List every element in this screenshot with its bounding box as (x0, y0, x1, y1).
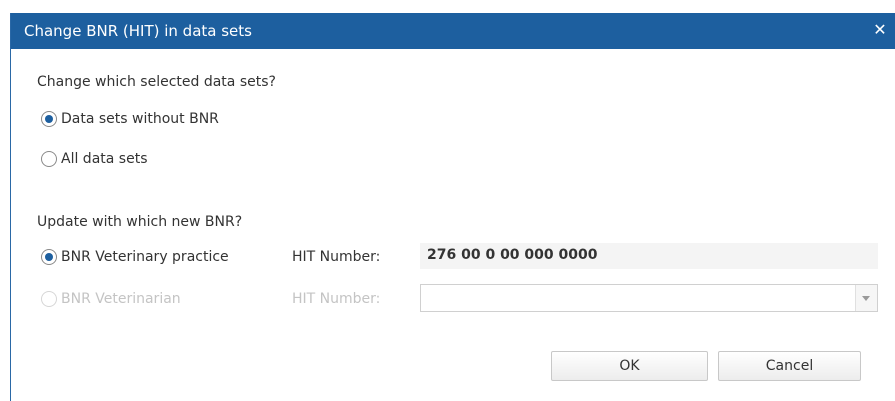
radio-label: All data sets (61, 151, 148, 167)
radio-bnr-veterinary-practice[interactable]: BNR Veterinary practice (41, 247, 229, 267)
hit-number-label-disabled: HIT Number: (292, 291, 381, 307)
chevron-down-icon (862, 296, 870, 301)
change-bnr-dialog: Change BNR (HIT) in data sets ✕ Change w… (10, 13, 895, 401)
close-icon[interactable]: ✕ (870, 20, 890, 40)
dialog-titlebar[interactable]: Change BNR (HIT) in data sets ✕ (11, 13, 895, 49)
radio-button-disabled[interactable] (41, 291, 57, 307)
radio-bnr-veterinarian[interactable]: BNR Veterinarian (41, 289, 181, 309)
combo-dropdown-trigger[interactable] (855, 285, 877, 311)
radio-button-checked[interactable] (41, 249, 57, 265)
radio-label: Data sets without BNR (61, 111, 219, 127)
radio-button-checked[interactable] (41, 111, 57, 127)
hit-number-value: 276 00 0 00 000 0000 (427, 247, 598, 263)
radio-label: BNR Veterinary practice (61, 249, 229, 265)
ok-button[interactable]: OK (551, 351, 708, 381)
hit-number-combobox[interactable] (420, 284, 878, 312)
bnr-question: Update with which new BNR? (37, 214, 243, 230)
datasets-question: Change which selected data sets? (37, 74, 276, 90)
radio-label: BNR Veterinarian (61, 291, 181, 307)
hit-number-display: 276 00 0 00 000 0000 (420, 243, 878, 269)
cancel-button[interactable]: Cancel (718, 351, 861, 381)
radio-datasets-without-bnr[interactable]: Data sets without BNR (41, 109, 219, 129)
radio-all-datasets[interactable]: All data sets (41, 149, 147, 169)
hit-number-label: HIT Number: (292, 249, 381, 265)
dialog-title: Change BNR (HIT) in data sets (24, 22, 252, 40)
radio-button[interactable] (41, 151, 57, 167)
